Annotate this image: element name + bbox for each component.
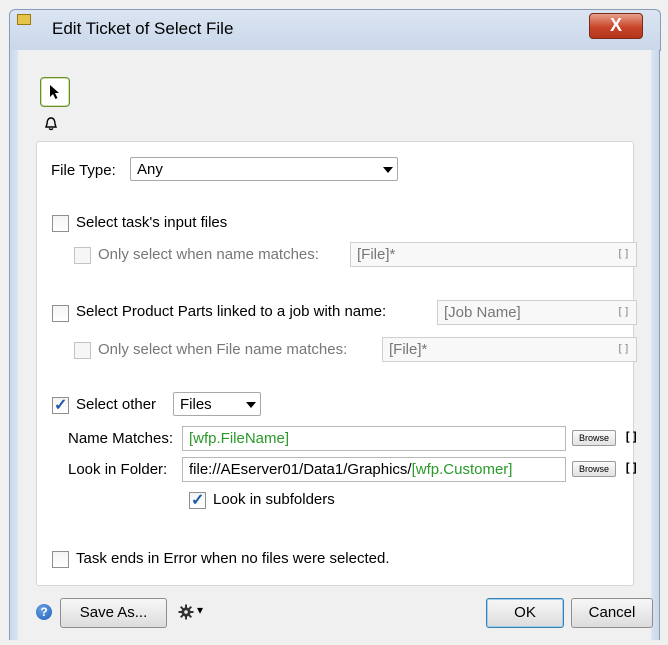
product-parts-name-match-field[interactable]: [File]* [] <box>382 337 637 362</box>
checkmark-icon: ✓ <box>54 397 68 414</box>
window-frame-left <box>9 50 18 640</box>
look-in-folder-value: file://AEserver01/Data1/Graphics/[wfp.Cu… <box>189 461 512 478</box>
look-in-subfolders-checkbox[interactable]: ✓ <box>189 492 206 509</box>
pointer-icon <box>50 85 59 99</box>
select-tool-button[interactable] <box>40 77 70 107</box>
task-input-name-match-label: Only select when name matches: <box>98 246 319 263</box>
task-input-name-match-checkbox[interactable] <box>74 247 91 264</box>
chevron-down-icon <box>383 167 393 173</box>
variable-brackets-button[interactable]: [] <box>617 247 630 260</box>
product-parts-checkbox[interactable] <box>52 305 69 322</box>
window-title: Edit Ticket of Select File <box>52 19 234 38</box>
name-matches-label: Name Matches: <box>68 430 174 447</box>
close-button[interactable]: X <box>589 13 643 39</box>
ok-button[interactable]: OK <box>486 598 564 628</box>
look-in-folder-field[interactable]: file://AEserver01/Data1/Graphics/[wfp.Cu… <box>182 457 566 482</box>
variable-brackets-button[interactable]: [] <box>617 305 630 318</box>
variable-brackets-button[interactable]: [] <box>617 342 630 355</box>
task-input-label: Select task's input files <box>76 214 228 231</box>
gear-icon <box>178 604 194 620</box>
settings-panel <box>36 141 634 586</box>
look-in-folder-variable-button[interactable]: [] <box>624 461 638 475</box>
save-as-button[interactable]: Save As... <box>60 598 167 628</box>
name-matches-value: [wfp.FileName] <box>189 430 290 447</box>
file-type-value: Any <box>137 161 163 178</box>
select-other-label: Select other <box>76 396 157 413</box>
select-other-checkbox[interactable]: ✓ <box>52 397 69 414</box>
help-icon[interactable]: ? <box>36 604 52 620</box>
product-parts-name-match-checkbox[interactable] <box>74 342 91 359</box>
product-parts-label: Select Product Parts linked to a job wit… <box>76 303 387 320</box>
look-in-folder-variable: [wfp.Customer] <box>411 461 513 478</box>
look-in-folder-label: Look in Folder: <box>68 461 168 478</box>
checkmark-icon: ✓ <box>191 492 205 509</box>
gear-menu-button[interactable]: ▾ <box>178 603 214 623</box>
select-other-type-value: Files <box>180 396 212 413</box>
look-in-subfolders-label: Look in subfolders <box>213 491 335 508</box>
name-matches-field[interactable]: [wfp.FileName] <box>182 426 566 451</box>
task-input-checkbox[interactable] <box>52 215 69 232</box>
task-input-name-match-value: [File]* <box>357 246 396 263</box>
chevron-down-icon <box>246 402 256 408</box>
task-ends-error-label: Task ends in Error when no files were se… <box>76 550 390 567</box>
name-matches-variable-button[interactable]: [] <box>624 430 638 444</box>
file-type-select[interactable]: Any <box>130 157 398 181</box>
task-input-name-match-field[interactable]: [File]* [] <box>350 242 637 267</box>
look-in-folder-browse-button[interactable]: Browse <box>572 461 616 477</box>
product-parts-name-match-value: [File]* <box>389 341 428 358</box>
look-in-folder-path: file://AEserver01/Data1/Graphics/ <box>189 461 412 478</box>
job-name-value: [Job Name] <box>444 304 521 321</box>
window-frame-right <box>651 50 660 640</box>
select-other-type-select[interactable]: Files <box>173 392 261 416</box>
bell-icon[interactable] <box>44 117 58 134</box>
product-parts-name-match-label: Only select when File name matches: <box>98 341 348 358</box>
cancel-button[interactable]: Cancel <box>571 598 653 628</box>
task-ends-error-checkbox[interactable] <box>52 551 69 568</box>
name-matches-browse-button[interactable]: Browse <box>572 430 616 446</box>
job-name-field[interactable]: [Job Name] [] <box>437 300 637 325</box>
app-icon <box>17 14 31 25</box>
file-type-label: File Type: <box>51 162 116 179</box>
gear-caret-icon: ▾ <box>197 603 204 617</box>
